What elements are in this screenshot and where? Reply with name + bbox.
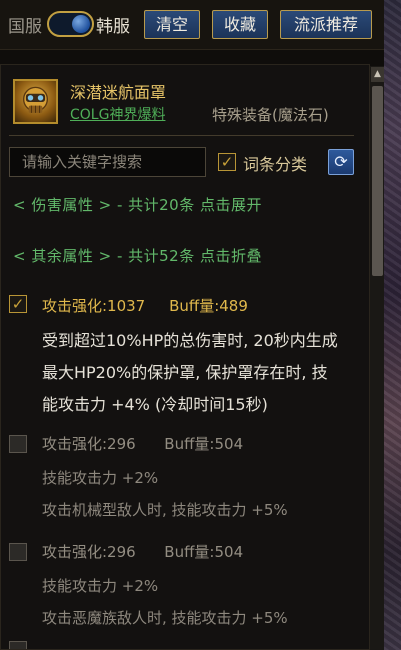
clear-button[interactable]: 清空 [144, 10, 200, 39]
item-source-link[interactable]: COLG神界爆料 [70, 104, 165, 124]
item-name: 深潜迷航面罩 [70, 83, 167, 102]
refresh-icon: ⟳ [334, 152, 348, 171]
entry-desc-line: 攻击机械型敌人时, 技能攻击力 +5% [42, 501, 288, 519]
build-recommend-button[interactable]: 流派推荐 [280, 10, 372, 39]
section-damage-toggle[interactable]: < 伤害属性 > - 共计20条 点击展开 [13, 194, 262, 215]
entry-desc-line: 技能攻击力 +2% [42, 469, 159, 487]
favorite-button[interactable]: 收藏 [212, 10, 268, 39]
entry-checkbox[interactable] [9, 543, 27, 561]
scrollbar[interactable]: ▲ [369, 66, 384, 650]
scroll-up-arrow-icon[interactable]: ▲ [371, 67, 384, 82]
section-other-toggle[interactable]: < 其余属性 > - 共计52条 点击折叠 [13, 245, 262, 266]
entry-stats: 攻击强化:296 Buff量:504 [42, 435, 244, 453]
entry-checkbox[interactable] [9, 435, 27, 453]
server-cn-label[interactable]: 国服 [8, 12, 42, 37]
entry-desc-line: 最大HP20%的保护罩, 保护罩存在时, 技 [42, 363, 328, 382]
category-label[interactable]: 词条分类 [243, 151, 307, 175]
item-mask-icon [13, 79, 58, 124]
entry-stats: 攻击强化:1037 Buff量:489 [42, 297, 248, 315]
entry-checkbox[interactable] [9, 641, 27, 649]
entry-checkbox[interactable]: ✓ [9, 295, 27, 313]
search-input[interactable] [9, 147, 206, 177]
server-toggle[interactable] [47, 11, 94, 37]
divider [9, 135, 354, 136]
scroll-thumb[interactable] [372, 86, 383, 276]
top-toolbar: 国服 韩服 清空 收藏 流派推荐 [0, 0, 384, 50]
item-type: 特殊装备(魔法石) [212, 106, 329, 124]
check-icon: ✓ [220, 152, 234, 171]
entry-desc-line: 受到超过10%HP的总伤害时, 20秒内生成 [42, 331, 338, 350]
entry-desc-line: 能攻击力 +4% (冷却时间15秒) [42, 395, 268, 414]
entry-desc-line: 技能攻击力 +2% [42, 577, 159, 595]
entry-stats: 攻击强化:296 Buff量:504 [42, 543, 244, 561]
check-icon: ✓ [11, 294, 25, 313]
server-kr-label[interactable]: 韩服 [96, 12, 130, 37]
toggle-knob [72, 15, 90, 33]
category-checkbox[interactable]: ✓ [218, 153, 236, 171]
entry-desc-line: 攻击恶魔族敌人时, 技能攻击力 +5% [42, 609, 288, 627]
background-art [384, 0, 401, 650]
refresh-button[interactable]: ⟳ [328, 149, 354, 175]
item-detail-panel: 深潜迷航面罩 COLG神界爆料 特殊装备(魔法石) ✓ 词条分类 ⟳ < 伤害属… [0, 64, 370, 650]
